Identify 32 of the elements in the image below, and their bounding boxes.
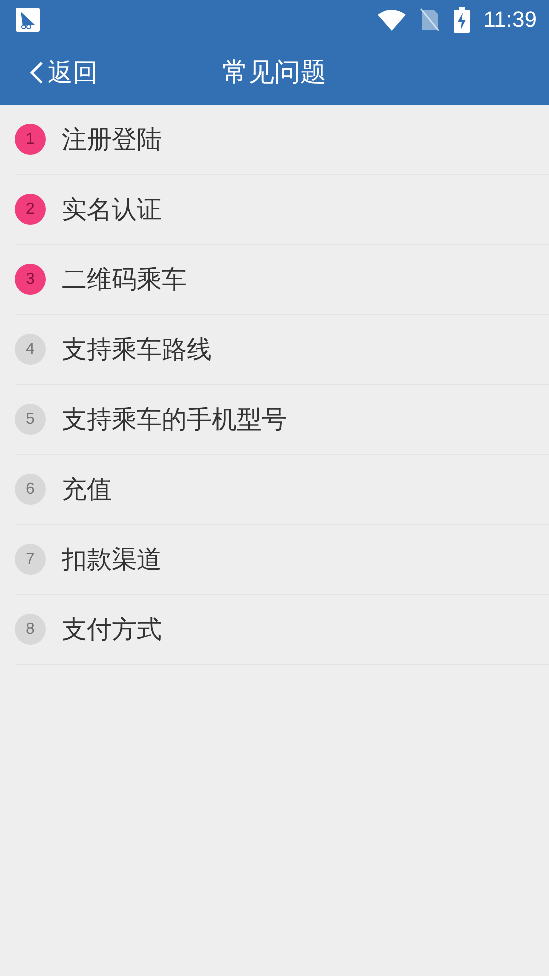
faq-label: 注册登陆 — [62, 124, 162, 156]
number-badge: 6 — [15, 474, 46, 505]
faq-item[interactable]: 7 扣款渠道 — [15, 525, 549, 595]
faq-label: 实名认证 — [62, 194, 162, 226]
number-badge: 2 — [15, 194, 46, 225]
clock-time: 11:39 — [484, 7, 537, 33]
back-button[interactable]: 返回 — [0, 56, 98, 89]
faq-item[interactable]: 1 注册登陆 — [15, 105, 549, 175]
faq-label: 充值 — [62, 474, 112, 506]
page-title: 常见问题 — [222, 57, 326, 90]
faq-item[interactable]: 8 支付方式 — [15, 595, 549, 665]
number-badge: 3 — [15, 264, 46, 295]
number-badge: 8 — [15, 614, 46, 645]
no-sim-icon — [420, 8, 440, 32]
faq-item[interactable]: 2 实名认证 — [15, 175, 549, 245]
faq-item[interactable]: 4 支持乘车路线 — [15, 315, 549, 385]
faq-label: 二维码乘车 — [62, 264, 187, 296]
number-badge: 1 — [15, 124, 46, 155]
chevron-left-icon — [30, 60, 44, 84]
faq-label: 支持乘车的手机型号 — [62, 404, 287, 436]
faq-label: 支付方式 — [62, 614, 162, 646]
app-icon — [16, 8, 40, 32]
battery-icon — [454, 7, 470, 33]
number-badge: 7 — [15, 544, 46, 575]
faq-label: 扣款渠道 — [62, 544, 162, 576]
faq-label: 支持乘车路线 — [62, 334, 212, 366]
faq-item[interactable]: 6 充值 — [15, 455, 549, 525]
number-badge: 5 — [15, 404, 46, 435]
faq-item[interactable]: 5 支持乘车的手机型号 — [15, 385, 549, 455]
wifi-icon — [378, 9, 406, 31]
number-badge: 4 — [15, 334, 46, 365]
faq-item[interactable]: 3 二维码乘车 — [15, 245, 549, 315]
